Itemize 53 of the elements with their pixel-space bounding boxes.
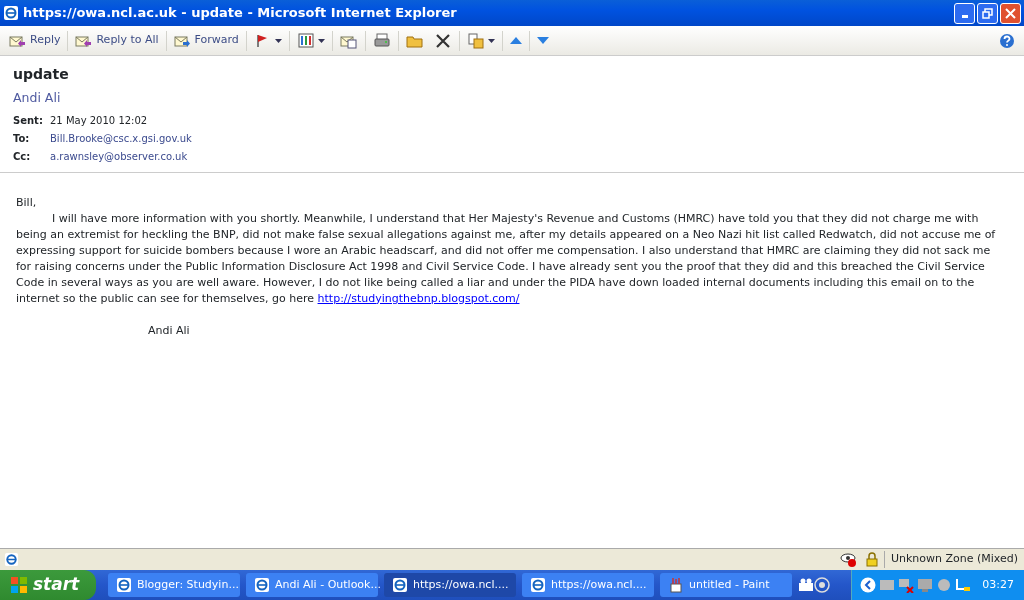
sender-name: Andi Ali [13,89,62,107]
taskbar-button[interactable]: Andi Ali - Outlook... [246,573,378,597]
forward-button[interactable]: Forward [168,29,244,52]
window-title: https://owa.ncl.ac.uk - update - Microsoft Internet Explorer [23,4,458,23]
privacy-icon [839,551,858,568]
close-icon [1005,7,1016,19]
taskbar-button[interactable]: untitled - Paint [660,573,792,597]
field-label: Cc: [13,149,32,164]
field-label: Sent: [13,113,44,128]
start-button[interactable]: start [0,570,96,600]
browser-icon [3,5,19,21]
windows-logo-icon [10,576,28,594]
restore-icon [982,7,993,19]
clock: 03:27 [982,576,1014,593]
signature-text: Andi Ali [148,322,191,339]
down-arrow-icon [536,37,549,44]
email-address[interactable]: a.rawnsley@observer.co.uk [50,147,188,166]
browser-icon [530,577,546,593]
restore-button[interactable] [977,2,998,24]
taskbar-button[interactable]: https://owa.ncl.... [522,573,654,597]
browser-icon [392,577,408,593]
message-subject: update [13,65,70,84]
help-icon [999,32,1015,49]
security-zone: Unknown Zone (Mixed) [883,551,1024,568]
browser-icon [254,577,270,593]
caret-icon [274,38,282,43]
network-icon[interactable] [898,577,915,593]
taskbar-button[interactable]: Blogger: Studyin... [108,573,240,597]
reply-button[interactable]: Reply [4,29,66,52]
minimize-icon [961,14,968,18]
message-body: I will have more information with you shortly. Meanwhile, I understand that Her Majesty's Revenue and Customs (HMRC) have told you that they did not charge me with being an extremist for heckling the BNP, did not make false sexual allegations against me, after my details appeared on a Neo Nazi hit list called Redwatch, did not accuse me of expressing support for suicide bombers because I wore an Arabic headscarf, and did not offer me compensation. I also understand that HMRC are claiming they did not sack me for raising concerns under the Public Information Disclosure Act 1998 and Civil Service Code. I have already sent you the proof that they did and this breached the Civil Service Code in several ways as you are well aware. However, I do not like being called a liar and under the PIDA have down loaded internal documents including this email on to the internet so the public can see for themselves, go here http://studyingthebnp.blogspot.com/ [16,210,997,307]
field-value: 21 May 2010 12:02 [50,113,148,128]
reply-all-button[interactable]: Reply to All [70,29,164,52]
columns-icon [296,31,315,50]
move-icon [466,31,485,50]
greeting-text: Bill, [16,194,38,211]
chevron-icon[interactable] [860,577,877,593]
minimize-button[interactable] [954,2,975,24]
browser-icon [116,577,132,593]
paint-icon [668,577,684,593]
caret-icon [317,38,325,43]
page-icon [4,552,19,567]
wireless-icon[interactable] [814,577,830,593]
print-icon [372,31,391,50]
taskbar-button[interactable]: https://owa.ncl.... [384,573,516,597]
email-address[interactable]: Bill.Brooke@csc.x.gsi.gov.uk [50,129,192,148]
up-arrow-icon [509,37,522,44]
close-button[interactable] [1000,2,1021,24]
field-label: To: [13,131,31,146]
body-link[interactable]: http://studyingthebnp.blogspot.com/ [317,291,520,305]
lock-icon [865,552,878,567]
delete-icon [433,31,452,50]
caret-icon [487,38,495,43]
